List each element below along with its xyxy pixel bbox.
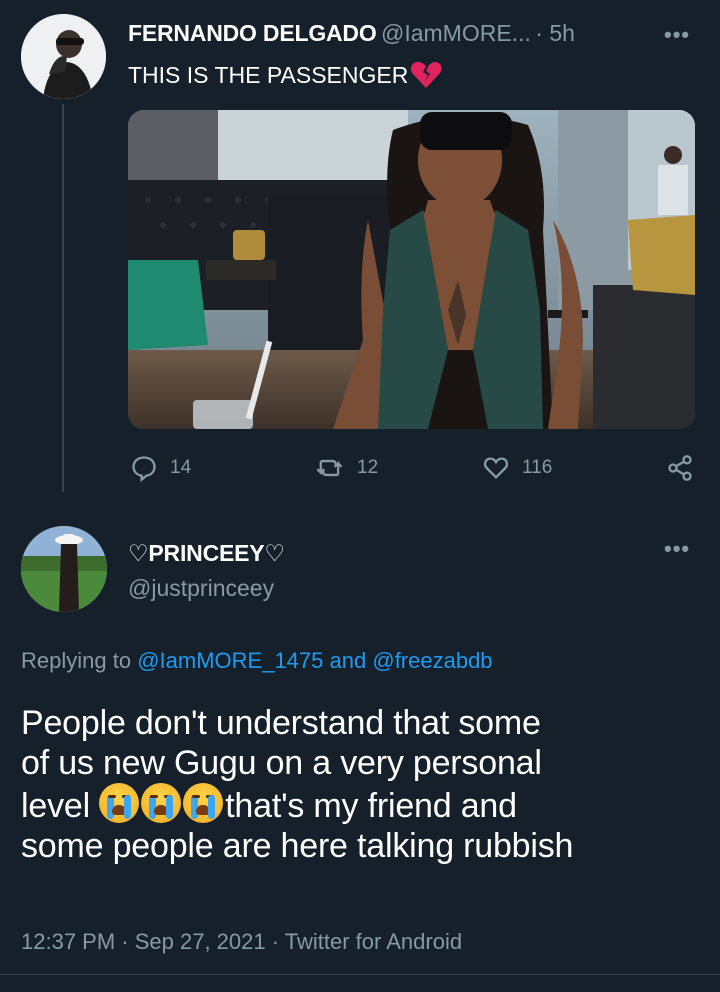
loudly-crying-face-icon (99, 783, 140, 823)
tweet-line: People don't understand that some (21, 704, 541, 742)
user-handle[interactable]: @IamMORE... (381, 20, 531, 46)
more-options-icon[interactable]: ••• (664, 536, 690, 562)
replying-to: Replying to @IamMORE_1475 and @freezabdb (21, 648, 493, 674)
avatar-fernando[interactable] (21, 14, 106, 99)
tweet-time[interactable]: · 5h (535, 20, 575, 46)
loudly-crying-face-icon (141, 783, 182, 823)
tweet-photo (128, 110, 695, 429)
tweet-body: People don't understand that some of us … (21, 703, 711, 866)
tweet-text: THIS IS THE PASSENGER (128, 61, 409, 88)
display-name[interactable]: FERNANDO DELGADO (128, 20, 377, 46)
reply-icon (132, 456, 156, 482)
replying-prefix: Replying to (21, 648, 132, 673)
tweet-line: some people are here talking rubbish (21, 827, 574, 865)
tweet1-text: THIS IS THE PASSENGER (128, 60, 442, 90)
like-action[interactable]: 116 (482, 454, 552, 482)
reply-action[interactable]: 14 (130, 454, 191, 482)
like-count: 116 (522, 457, 553, 478)
retweet-count: 12 (357, 457, 379, 478)
avatar-princeey[interactable] (21, 526, 107, 612)
mention-link[interactable]: @freezabdb (372, 648, 492, 673)
tweet1-header: FERNANDO DELGADO @IamMORE... · 5h (128, 20, 575, 47)
thread-line (62, 104, 64, 492)
loudly-crying-face-icon (183, 783, 224, 823)
user-handle[interactable]: @justprinceey (128, 575, 274, 602)
share-action[interactable] (666, 454, 694, 482)
tweet-timestamp[interactable]: 12:37 PM · Sep 27, 2021 · Twitter for An… (21, 929, 462, 955)
tweet-image[interactable] (128, 110, 695, 429)
retweet-action[interactable]: 12 (315, 454, 378, 482)
heart-icon (483, 457, 509, 479)
reply-count: 14 (170, 457, 192, 478)
tweet-line: of us new Gugu on a very personal (21, 744, 542, 782)
mention-and: and (329, 648, 367, 673)
share-icon (668, 455, 692, 481)
more-options-icon[interactable]: ••• (664, 22, 690, 48)
tweet-line: level that's my friend and (21, 783, 711, 826)
tweet-line-part: that's my friend and (225, 787, 517, 825)
mention-link[interactable]: @IamMORE_1475 (137, 648, 323, 673)
bottom-divider (0, 974, 720, 975)
avatar-image (21, 14, 106, 99)
avatar-image (21, 526, 107, 612)
display-name[interactable]: ♡PRINCEEY♡ (128, 540, 285, 567)
tweet-line-part: level (21, 787, 90, 825)
broken-heart-icon (411, 61, 442, 88)
retweet-icon (316, 459, 343, 477)
